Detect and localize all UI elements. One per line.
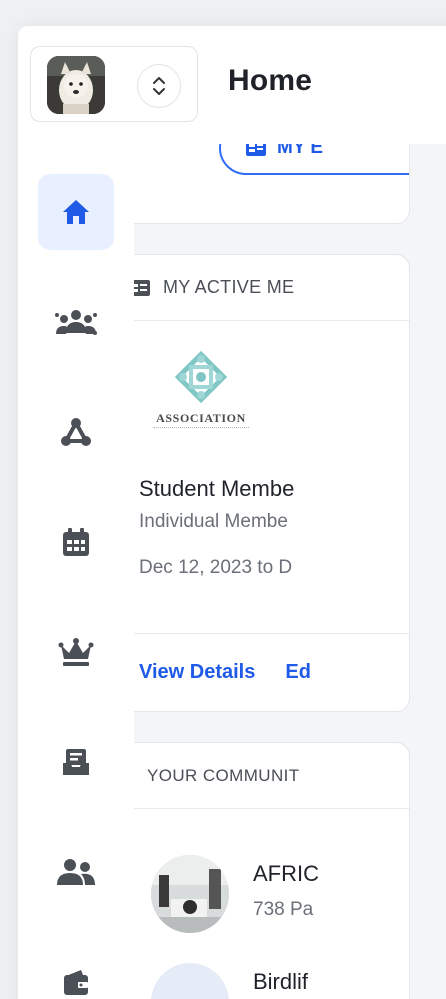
membership-date-range: Dec 12, 2023 to D [139, 557, 293, 578]
wallet-icon [64, 970, 88, 995]
membership-card-title: MY ACTIVE ME [163, 277, 295, 297]
sidebar-item-wallet[interactable] [38, 944, 114, 999]
group-icon [55, 310, 97, 335]
people-icon [57, 859, 95, 885]
membership-title: Student Membe [139, 476, 295, 501]
app-frame: Home MY E MY ACTIVE ME ASSOCIATION Stude… [18, 26, 446, 999]
community-name: Birdlif [253, 969, 309, 994]
view-details-link[interactable]: View Details [139, 661, 255, 684]
sidebar-item-inbox[interactable] [38, 724, 114, 800]
membership-card-header: MY ACTIVE ME [111, 255, 409, 321]
community-meta: 738 Pa [253, 899, 314, 920]
community-photo-icon [151, 855, 229, 933]
profile-switcher[interactable] [30, 46, 198, 122]
sidebar-item-home[interactable] [38, 174, 114, 250]
edit-link[interactable]: Ed [285, 661, 311, 684]
chevron-updown-icon [153, 77, 165, 95]
sidebar-item-network[interactable] [38, 394, 114, 470]
list-item[interactable]: Birdlif [151, 963, 308, 999]
dog-photo-avatar [47, 56, 105, 114]
community-avatar [151, 963, 229, 999]
logo-divider [153, 427, 249, 430]
sidebar-item-members[interactable] [38, 284, 114, 360]
top-bar: Home [18, 26, 446, 144]
communities-card: YOUR COMMUNIT AFRIC 738 Pa Birdlif [110, 742, 410, 999]
association-logo-text: ASSOCIATION [156, 411, 246, 425]
list-item[interactable]: AFRIC 738 Pa [151, 855, 319, 933]
calendar-icon [63, 528, 89, 556]
crown-icon [58, 638, 94, 666]
membership-card-footer: View Details Ed [111, 633, 409, 711]
avatar[interactable] [47, 56, 105, 114]
community-name: AFRIC [253, 861, 319, 886]
sidebar-item-events[interactable] [38, 504, 114, 580]
communities-card-header: YOUR COMMUNIT [111, 743, 409, 809]
community-avatar [151, 855, 229, 933]
active-membership-card: MY ACTIVE ME ASSOCIATION Student Membe I… [110, 254, 410, 712]
association-logo: ASSOCIATION [139, 345, 299, 445]
sidebar-item-memberships[interactable] [38, 614, 114, 690]
account-switch-button[interactable] [137, 64, 181, 108]
sidebar-item-connections[interactable] [38, 834, 114, 910]
page-title: Home [228, 64, 313, 97]
sidebar [18, 144, 134, 999]
home-icon [63, 200, 89, 224]
inbox-icon [63, 749, 89, 775]
network-icon [61, 418, 91, 446]
membership-type: Individual Membe [139, 511, 288, 532]
association-logo-icon [174, 350, 228, 404]
